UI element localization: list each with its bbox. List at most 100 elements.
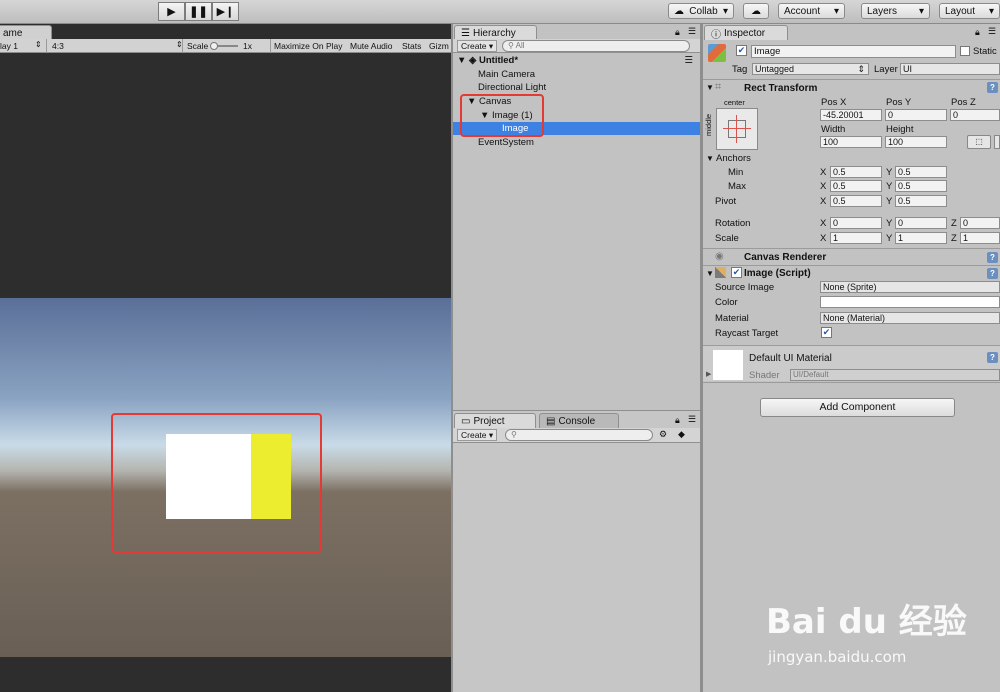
anchor-max-x-field[interactable]: 0.5 xyxy=(830,180,882,192)
gameobject-cube-icon xyxy=(708,44,726,62)
static-checkbox[interactable] xyxy=(960,46,970,56)
help-icon[interactable]: ? xyxy=(987,252,998,263)
pivot-x-field[interactable]: 0.5 xyxy=(830,195,882,207)
color-swatch[interactable] xyxy=(820,296,1000,308)
tab-inspector[interactable]: ⓘ Inspector xyxy=(704,25,788,41)
anchor-min-x-field[interactable]: 0.5 xyxy=(830,166,882,178)
stats-toggle[interactable]: Stats xyxy=(402,41,421,51)
source-image-field[interactable]: None (Sprite) xyxy=(820,281,1000,293)
rotation-x-field[interactable]: 0 xyxy=(830,217,882,229)
create-label: Create xyxy=(461,430,487,440)
image-enabled-checkbox[interactable]: ✔ xyxy=(731,267,742,278)
raw-edit-button[interactable] xyxy=(994,135,1000,149)
tab-game-label: ame xyxy=(3,27,23,39)
rotation-z-value: 0 xyxy=(963,218,969,228)
divider xyxy=(703,265,1000,266)
tab-hierarchy[interactable]: ☰ Hierarchy xyxy=(454,25,537,40)
y-label: Y xyxy=(886,218,893,229)
expand-arrow-icon: ▼ xyxy=(457,55,467,66)
anchor-presets-button[interactable] xyxy=(716,108,758,150)
collab-dropdown[interactable]: ☁ Collab ▾ xyxy=(668,3,734,19)
layer-dropdown[interactable]: UI xyxy=(900,63,1000,75)
cloud-check-icon: ☁ xyxy=(674,5,684,17)
caret-updown-icon: ⇕ xyxy=(35,40,42,49)
blueprint-mode-button[interactable]: ⬚ xyxy=(967,135,991,149)
lock-icon[interactable]: 🔒︎ xyxy=(975,27,980,38)
object-name-input[interactable]: Image xyxy=(751,45,956,58)
panel-menu-icon[interactable]: ☰ xyxy=(688,26,696,37)
project-search-input[interactable]: ⚲ xyxy=(505,429,653,441)
pivot-y-field[interactable]: 0.5 xyxy=(895,195,947,207)
play-button[interactable]: ▶ xyxy=(158,2,185,21)
hierarchy-item-eventsystem[interactable]: EventSystem xyxy=(478,136,534,149)
rotation-z-field[interactable]: 0 xyxy=(960,217,1000,229)
anchor-min-y-field[interactable]: 0.5 xyxy=(895,166,947,178)
pos-z-field[interactable]: 0 xyxy=(950,109,1000,121)
help-icon[interactable]: ? xyxy=(987,352,998,363)
create-dropdown[interactable]: Create ▾ xyxy=(457,429,498,441)
hierarchy-item-directional-light[interactable]: Directional Light xyxy=(478,81,546,94)
panel-menu-icon[interactable]: ☰ xyxy=(988,26,996,37)
highlight-box xyxy=(460,94,544,137)
tab-inspector-label: Inspector xyxy=(724,27,766,39)
maximize-on-play-toggle[interactable]: Maximize On Play xyxy=(274,41,343,51)
tab-project[interactable]: ▭ Project xyxy=(454,413,536,428)
hierarchy-item-main-camera[interactable]: Main Camera xyxy=(478,68,535,81)
add-component-button[interactable]: Add Component xyxy=(760,398,955,417)
height-field[interactable]: 100 xyxy=(885,136,947,148)
blueprint-icon: ⬚ xyxy=(975,137,983,146)
expand-arrow-icon[interactable]: ▶ xyxy=(706,370,711,378)
pos-x-value: -45.20001 xyxy=(823,110,864,120)
lock-icon[interactable]: 🔒︎ xyxy=(675,415,680,426)
highlight-box xyxy=(111,413,322,553)
pos-y-field[interactable]: 0 xyxy=(885,109,947,121)
create-dropdown[interactable]: Create ▾ xyxy=(457,40,498,52)
shader-dropdown[interactable]: UI/Default xyxy=(790,369,1000,381)
pos-x-field[interactable]: -45.20001 xyxy=(820,109,882,121)
mute-audio-toggle[interactable]: Mute Audio xyxy=(350,41,393,51)
lock-icon[interactable]: 🔒︎ xyxy=(675,27,680,38)
pos-y-value: 0 xyxy=(888,110,894,120)
step-button[interactable]: ▶❙ xyxy=(212,2,239,21)
scene-row[interactable]: ▼ ◈ Untitled* ☰ xyxy=(457,54,697,67)
help-icon[interactable]: ? xyxy=(987,82,998,93)
raycast-target-label: Raycast Target xyxy=(715,328,779,339)
hierarchy-search-input[interactable]: ⚲ All xyxy=(502,40,690,52)
scale-x-field[interactable]: 1 xyxy=(830,232,882,244)
filter-type-icon[interactable]: ⚙ xyxy=(659,429,667,440)
pause-button[interactable]: ❚❚ xyxy=(185,2,212,21)
anchors-label: Anchors xyxy=(716,153,751,164)
anchor-min-y-value: 0.5 xyxy=(898,167,911,177)
collapse-arrow-icon[interactable]: ▼ xyxy=(706,269,714,278)
scale-z-field[interactable]: 1 xyxy=(960,232,1000,244)
scale-slider-handle[interactable] xyxy=(210,42,218,50)
aspect-dropdown[interactable]: 4:3 xyxy=(52,41,64,51)
width-field[interactable]: 100 xyxy=(820,136,882,148)
anchors-foldout[interactable]: ▼ Anchors xyxy=(706,153,751,164)
rotation-y-field[interactable]: 0 xyxy=(895,217,947,229)
tag-dropdown[interactable]: Untagged ⇕ xyxy=(752,63,869,75)
cloud-button[interactable]: ☁ xyxy=(743,3,769,19)
scale-label: Scale xyxy=(187,41,209,51)
help-icon[interactable]: ? xyxy=(987,268,998,279)
active-checkbox[interactable]: ✔ xyxy=(736,45,747,56)
scene-menu-icon[interactable]: ☰ xyxy=(684,54,693,67)
scale-x-value: 1 xyxy=(833,233,839,243)
tab-project-label: Project xyxy=(473,415,505,427)
display-dropdown[interactable]: lay 1 xyxy=(0,41,18,51)
raycast-target-checkbox[interactable]: ✔ xyxy=(821,327,832,338)
info-icon: ⓘ xyxy=(711,29,721,41)
panel-menu-icon[interactable]: ☰ xyxy=(688,414,696,425)
filter-label-icon[interactable]: ◆ xyxy=(678,429,685,440)
tab-game[interactable]: ame xyxy=(0,25,52,40)
tab-console[interactable]: ▤ Console xyxy=(539,413,619,428)
layers-dropdown[interactable]: Layers ▾ xyxy=(861,3,930,19)
anchor-max-y-field[interactable]: 0.5 xyxy=(895,180,947,192)
gizmos-toggle[interactable]: Gizm xyxy=(429,41,449,51)
account-dropdown[interactable]: Account ▾ xyxy=(778,3,845,19)
material-field[interactable]: None (Material) xyxy=(820,312,1000,324)
collapse-arrow-icon[interactable]: ▼ xyxy=(706,83,714,92)
layout-dropdown[interactable]: Layout ▾ xyxy=(939,3,1000,19)
scale-y-field[interactable]: 1 xyxy=(895,232,947,244)
object-name-value: Image xyxy=(754,46,781,57)
